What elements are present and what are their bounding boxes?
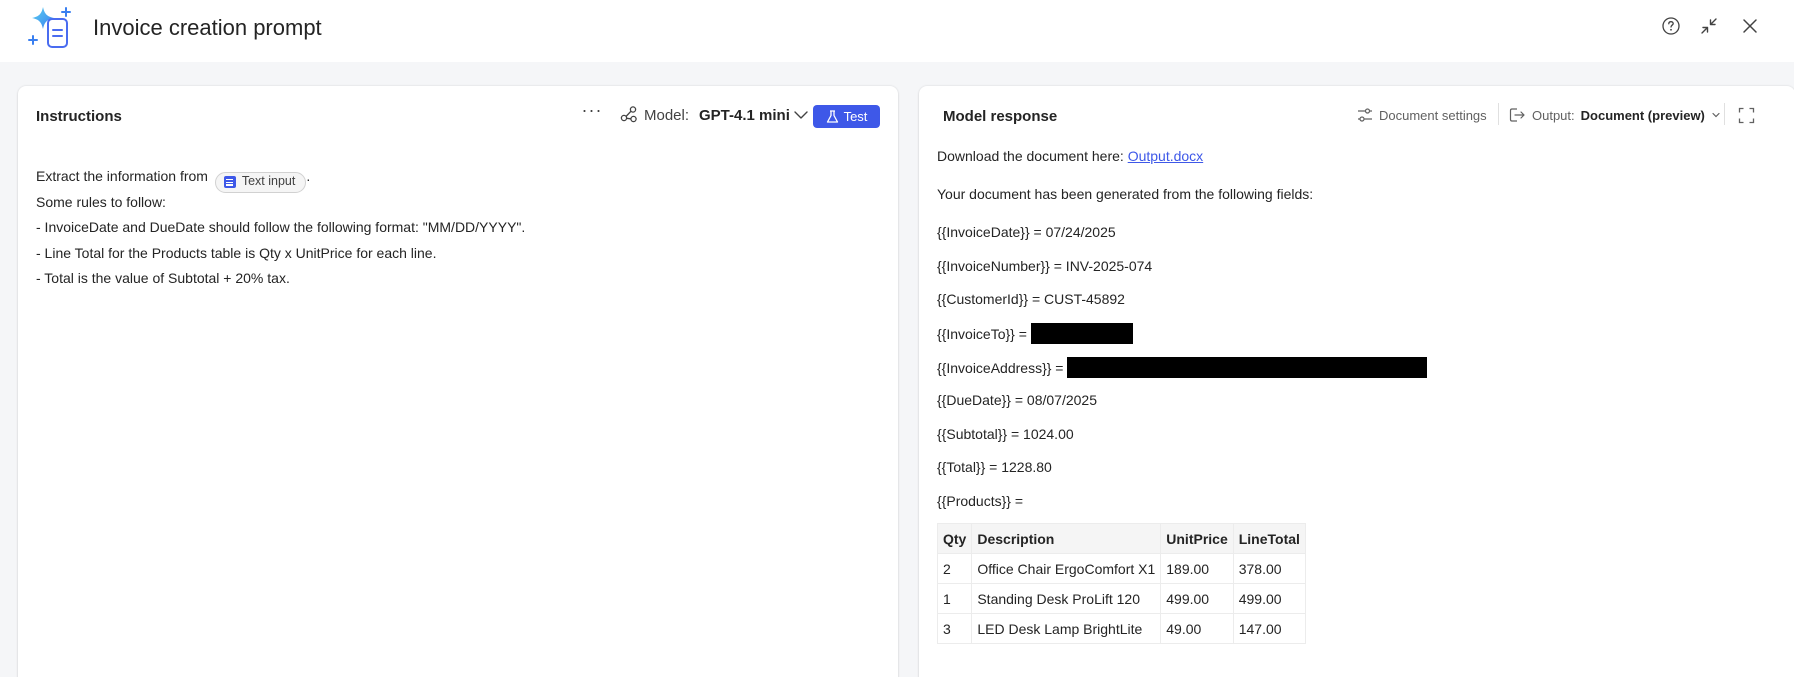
table-cell: 147.00 [1232, 613, 1306, 644]
model-select[interactable]: GPT-4.1 mini [699, 107, 790, 124]
table-cell: Office Chair ErgoComfort X1 [971, 553, 1162, 584]
field-customer-id: {{CustomerId}} = CUST-45892 [937, 291, 1125, 307]
download-prefix: Download the document here: [937, 148, 1124, 164]
chevron-down-icon [1712, 112, 1720, 118]
table-cell: 499.00 [1160, 583, 1234, 614]
download-link[interactable]: Output.docx [1128, 148, 1204, 164]
model-label: Model: [644, 107, 690, 124]
app-header: Invoice creation prompt [0, 0, 1794, 62]
collapse-arrows-icon [1701, 18, 1717, 34]
column-header: Description [971, 523, 1162, 554]
instructions-title: Instructions [36, 108, 122, 125]
copilot-prompt-icon [28, 7, 71, 48]
instructions-editor[interactable]: Extract the information from Text input … [36, 164, 876, 292]
beaker-icon [826, 109, 838, 123]
divider [1724, 103, 1725, 125]
field-invoice-date: {{InvoiceDate}} = 07/24/2025 [937, 224, 1116, 240]
divider [1498, 103, 1499, 125]
instruction-line-4: - Line Total for the Products table is Q… [36, 244, 437, 261]
column-header: Qty [936, 523, 973, 554]
field-invoice-to: {{InvoiceTo}} = [937, 323, 1133, 344]
table-cell: Standing Desk ProLift 120 [971, 583, 1162, 614]
table-cell: 1 [936, 583, 973, 614]
instructions-panel: Instructions ··· Model: GPT-4.1 mini Tes… [18, 86, 898, 677]
table-row: 1 Standing Desk ProLift 120 499.00 499.0… [936, 583, 1306, 614]
model-icon [620, 106, 637, 123]
close-button[interactable] [1738, 14, 1762, 38]
help-button[interactable] [1659, 14, 1683, 38]
field-due-date: {{DueDate}} = 08/07/2025 [937, 392, 1097, 408]
table-cell: 499.00 [1232, 583, 1306, 614]
test-button[interactable]: Test [813, 105, 880, 128]
document-settings-button[interactable]: Document settings [1357, 107, 1487, 123]
expand-icon[interactable] [1738, 107, 1755, 124]
table-row: 2 Office Chair ErgoComfort X1 189.00 378… [936, 553, 1306, 584]
table-cell: LED Desk Lamp BrightLite [971, 613, 1162, 644]
model-response-panel: Model response Document settings Output:… [919, 86, 1794, 677]
field-products: {{Products}} = [937, 493, 1024, 509]
table-cell: 378.00 [1232, 553, 1306, 584]
document-settings-label: Document settings [1379, 107, 1487, 123]
field-invoice-to-label: {{InvoiceTo}} = [937, 326, 1027, 342]
products-table: Qty Description UnitPrice LineTotal 2 Of… [936, 523, 1306, 644]
redacted-block [1067, 357, 1428, 378]
model-response-title: Model response [943, 108, 1058, 125]
close-icon [1743, 19, 1757, 33]
instruction-line-5: - Total is the value of Subtotal + 20% t… [36, 270, 290, 286]
output-value: Document (preview) [1580, 107, 1705, 123]
column-header: UnitPrice [1160, 523, 1234, 554]
table-cell: 2 [936, 553, 973, 584]
column-header: LineTotal [1232, 523, 1306, 554]
output-arrow-icon [1509, 108, 1525, 122]
more-options-button[interactable]: ··· [578, 101, 606, 126]
instruction-line-1: Extract the information from Text input … [36, 164, 876, 193]
table-cell: 189.00 [1160, 553, 1234, 584]
generated-text: Your document has been generated from th… [937, 186, 1314, 202]
instruction-line-3: - InvoiceDate and DueDate should follow … [36, 219, 526, 235]
field-subtotal: {{Subtotal}} = 1024.00 [937, 426, 1074, 442]
table-header-row: Qty Description UnitPrice LineTotal [936, 523, 1306, 554]
page-title: Invoice creation prompt [93, 15, 322, 40]
output-label: Output: [1532, 107, 1575, 123]
text-input-icon [223, 176, 236, 189]
field-invoice-address: {{InvoiceAddress}} = [937, 357, 1428, 378]
table-row: 3 LED Desk Lamp BrightLite 49.00 147.00 [936, 613, 1306, 644]
table-cell: 49.00 [1160, 613, 1234, 644]
instruction-suffix: . [306, 168, 311, 184]
field-total: {{Total}} = 1228.80 [937, 459, 1052, 475]
field-invoice-number: {{InvoiceNumber}} = INV-2025-074 [937, 258, 1153, 274]
sliders-icon [1358, 108, 1372, 122]
output-select[interactable]: Output: Document (preview) [1509, 107, 1721, 123]
text-input-pill-label: Text input [241, 174, 296, 189]
table-cell: 3 [936, 613, 973, 644]
test-button-label: Test [843, 109, 868, 124]
field-invoice-address-label: {{InvoiceAddress}} = [937, 360, 1064, 376]
redacted-block [1030, 323, 1133, 344]
chevron-down-icon[interactable] [792, 106, 810, 124]
download-line: Download the document here: Output.docx [937, 146, 1203, 166]
instruction-prefix: Extract the information from [36, 168, 208, 184]
collapse-button[interactable] [1697, 14, 1721, 38]
text-input-pill[interactable]: Text input [214, 171, 307, 193]
help-circle-icon [1662, 17, 1680, 35]
instruction-line-2: Some rules to follow: [36, 193, 166, 210]
